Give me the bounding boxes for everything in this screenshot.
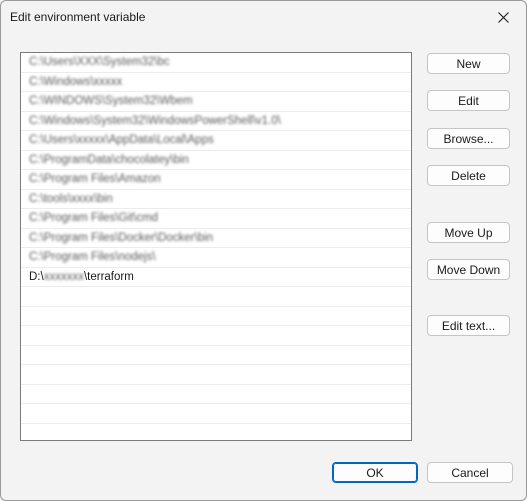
empty-list-row — [21, 365, 411, 385]
move-down-button[interactable]: Move Down — [427, 259, 510, 280]
list-item[interactable]: C:\Program Files\Docker\Docker\bin — [21, 229, 411, 248]
empty-list-row — [21, 326, 411, 346]
list-item[interactable]: D:\xxxxxxx\terraform — [21, 268, 411, 287]
dialog-title: Edit environment variable — [10, 10, 146, 24]
new-button[interactable]: New — [427, 53, 510, 74]
cancel-button[interactable]: Cancel — [427, 462, 513, 483]
move-up-button[interactable]: Move Up — [427, 222, 510, 243]
empty-list-row — [21, 424, 411, 441]
list-item-text: C:\Users\xxxxx\AppData\Local\Apps — [29, 134, 214, 146]
list-item[interactable]: C:\Program Files\Amazon — [21, 170, 411, 190]
list-item[interactable]: C:\Windows\System32\WindowsPowerShell\v1… — [21, 112, 411, 131]
list-item[interactable]: C:\Program Files\Git\cmd — [21, 209, 411, 229]
list-item-text: C:\Windows\xxxxx — [29, 75, 123, 88]
empty-list-row — [21, 346, 411, 365]
list-item[interactable]: C:\Users\xxxxx\AppData\Local\Apps — [21, 131, 411, 151]
path-list[interactable]: C:\Users\XXX\System32\bc C:\Windows\xxxxx… — [20, 52, 412, 441]
browse-button[interactable]: Browse... — [427, 128, 510, 149]
ok-button[interactable]: OK — [332, 462, 418, 483]
list-item-text: C:\Users\XXX\System32\bc — [29, 56, 170, 68]
list-item-text: C:\Program Files\Amazon — [29, 173, 161, 185]
list-item-text: C:\ProgramData\chocolatey\bin — [29, 153, 189, 166]
dialog-window: Edit environment variable C:\Users\XXX\S… — [0, 0, 527, 501]
close-icon — [497, 11, 509, 23]
edit-button[interactable]: Edit — [427, 90, 510, 111]
list-item[interactable]: C:\tools\xxxx\bin — [21, 190, 411, 209]
title-bar: Edit environment variable — [1, 1, 526, 33]
list-item-text: C:\tools\xxxx\bin — [29, 192, 113, 205]
list-item[interactable]: C:\WINDOWS\System32\Wbem — [21, 92, 411, 112]
empty-list-row — [21, 307, 411, 326]
empty-list-row — [21, 404, 411, 424]
list-item-text: \terraform — [83, 270, 134, 283]
list-item-text: C:\Program Files\nodejs\ — [29, 251, 156, 263]
edit-text-button[interactable]: Edit text... — [427, 315, 510, 336]
list-item[interactable]: C:\ProgramData\chocolatey\bin — [21, 151, 411, 170]
list-item-text: C:\Windows\System32\WindowsPowerShell\v1… — [29, 114, 281, 127]
redacted-text: xxxxxxx — [43, 270, 84, 283]
list-item-text: C:\Program Files\Docker\Docker\bin — [29, 231, 214, 244]
empty-list-row — [21, 385, 411, 404]
list-item-text: D:\ — [29, 270, 44, 283]
list-item[interactable]: C:\Windows\xxxxx — [21, 73, 411, 92]
list-item-text: C:\WINDOWS\System32\Wbem — [29, 95, 193, 107]
delete-button[interactable]: Delete — [427, 165, 510, 186]
list-item-text: C:\Program Files\Git\cmd — [29, 212, 159, 224]
close-button[interactable] — [480, 1, 526, 33]
list-item[interactable]: C:\Users\XXX\System32\bc — [21, 53, 411, 73]
empty-list-row — [21, 287, 411, 307]
list-item[interactable]: C:\Program Files\nodejs\ — [21, 248, 411, 268]
